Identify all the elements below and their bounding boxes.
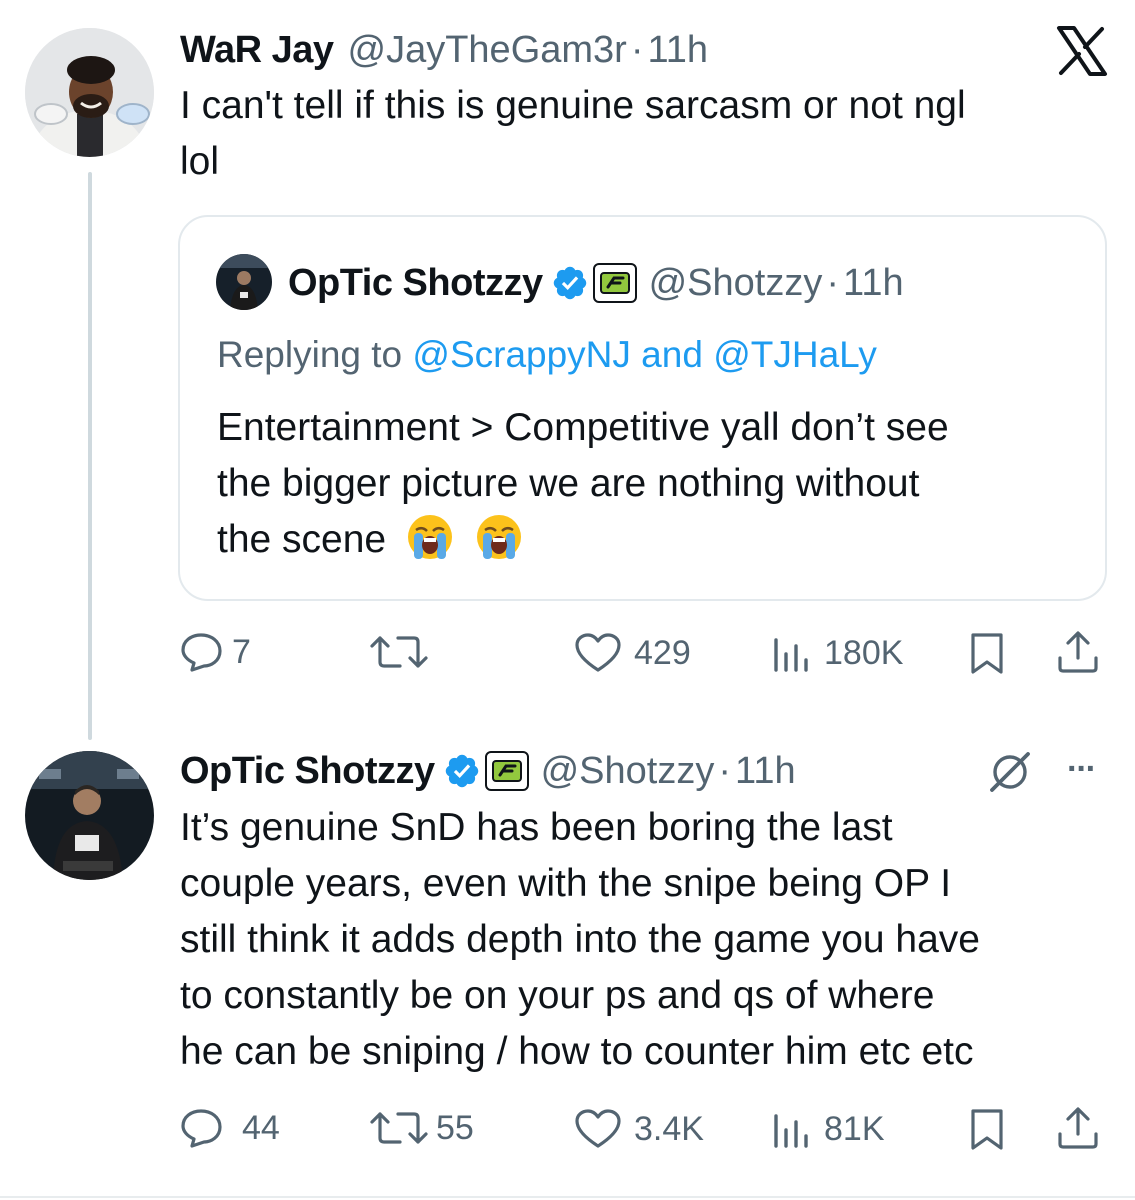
loudly-crying-face-icon xyxy=(476,515,521,559)
tweet-time[interactable]: 11h xyxy=(735,750,796,793)
quote-text-line: Entertainment > Competitive yall don’t s… xyxy=(217,406,949,449)
quote-text-line: the scene xyxy=(217,518,387,561)
grok-icon[interactable] xyxy=(986,748,1034,796)
separator-dot: · xyxy=(826,261,840,304)
author-name[interactable]: WaR Jay xyxy=(180,29,334,72)
tweet1-text: I can't tell if this is genuine sarcasm … xyxy=(180,78,1080,190)
bookmark-button[interactable] xyxy=(970,1108,1004,1152)
optic-affiliate-icon[interactable] xyxy=(592,263,637,303)
verified-badge-icon xyxy=(445,754,478,788)
views-button[interactable]: 180K xyxy=(772,632,903,674)
views-count: 81K xyxy=(824,1109,885,1148)
views-count: 180K xyxy=(824,633,904,672)
like-count: 3.4K xyxy=(634,1109,704,1148)
tweet-text-line: couple years, even with the snipe being … xyxy=(180,862,952,905)
replying-to-line: Replying to @ScrappyNJ and @TJHaLy xyxy=(217,330,877,380)
repost-button[interactable]: 55 xyxy=(370,1108,474,1148)
author-handle[interactable]: @JayTheGam3r xyxy=(348,29,627,72)
share-icon xyxy=(1058,1107,1098,1149)
quote-time[interactable]: 11h xyxy=(843,262,904,305)
tweet1-header: WaR Jay @JayTheGam3r · 11h xyxy=(180,26,708,74)
optic-affiliate-icon[interactable] xyxy=(484,751,529,791)
tweet2-text: It’s genuine SnD has been boring the las… xyxy=(180,800,1110,1080)
bookmark-icon xyxy=(971,1109,1003,1150)
mention-link[interactable]: @TJHaLy xyxy=(713,334,877,376)
loudly-crying-face-icon xyxy=(407,515,452,559)
separator-dot: · xyxy=(718,749,732,792)
bookmark-icon xyxy=(971,633,1003,674)
tweet-text-line: he can be sniping / how to counter him e… xyxy=(180,1030,974,1073)
reply-count: 44 xyxy=(242,1108,280,1147)
bookmark-button[interactable] xyxy=(970,632,1004,676)
more-icon: ··· xyxy=(1067,750,1097,788)
tweet-text-line: still think it adds depth into the game … xyxy=(180,918,980,961)
thread-connector-line xyxy=(88,172,92,740)
views-icon xyxy=(774,638,808,672)
share-button[interactable] xyxy=(1056,630,1100,674)
verified-badge-icon xyxy=(553,266,586,300)
like-count: 429 xyxy=(634,633,691,672)
reply-button[interactable]: 7 xyxy=(180,632,251,672)
like-button[interactable]: 3.4K xyxy=(574,1108,704,1150)
views-icon xyxy=(774,1114,808,1148)
tweet-time[interactable]: 11h xyxy=(647,29,708,72)
x-logo-icon[interactable] xyxy=(1056,26,1108,76)
tweet-text-line: lol xyxy=(180,140,220,183)
repost-icon xyxy=(370,1112,428,1144)
tweet-text-line: It’s genuine SnD has been boring the las… xyxy=(180,806,893,849)
more-options-button[interactable]: ··· xyxy=(1056,746,1106,792)
quote-author-handle[interactable]: @Shotzzy xyxy=(649,262,823,305)
views-button[interactable]: 81K xyxy=(772,1108,885,1150)
quote-text-line-with-emoji: the scene xyxy=(217,512,1087,568)
quote-author-name[interactable]: OpTic Shotzzy xyxy=(288,262,543,305)
heart-icon xyxy=(575,633,621,672)
quote-text-line: the bigger picture we are nothing withou… xyxy=(217,462,920,505)
share-button[interactable] xyxy=(1056,1106,1100,1150)
repost-button[interactable] xyxy=(370,632,436,672)
reply-count: 7 xyxy=(232,632,251,671)
quote-header: OpTic Shotzzy @Shotzzy · 11h xyxy=(288,258,904,308)
bottom-divider xyxy=(0,1196,1135,1198)
author-name[interactable]: OpTic Shotzzy xyxy=(180,750,435,793)
author-handle[interactable]: @Shotzzy xyxy=(541,750,715,793)
repost-count: 55 xyxy=(436,1108,474,1147)
replying-to-prefix: Replying to xyxy=(217,334,413,375)
tweet-text-line: I can't tell if this is genuine sarcasm … xyxy=(180,84,966,127)
separator-dot: · xyxy=(630,28,644,71)
avatar-war-jay[interactable] xyxy=(25,28,154,157)
reply-icon xyxy=(181,1109,222,1148)
replying-and: and xyxy=(630,334,714,375)
avatar-optic-shotzzy[interactable] xyxy=(25,751,154,880)
repost-icon xyxy=(370,636,428,668)
tweet2-header: OpTic Shotzzy @Shotzzy · 11h xyxy=(180,745,796,797)
avatar-optic-shotzzy-small[interactable] xyxy=(216,254,272,310)
mention-link[interactable]: @ScrappyNJ xyxy=(412,334,631,376)
reply-icon xyxy=(181,633,222,672)
share-icon xyxy=(1058,631,1098,673)
quote-text: Entertainment > Competitive yall don’t s… xyxy=(217,400,1087,568)
tweet-text-line: to constantly be on your ps and qs of wh… xyxy=(180,974,935,1017)
like-button[interactable]: 429 xyxy=(574,632,691,674)
heart-icon xyxy=(575,1109,621,1148)
reply-button[interactable]: 44 xyxy=(180,1108,280,1148)
